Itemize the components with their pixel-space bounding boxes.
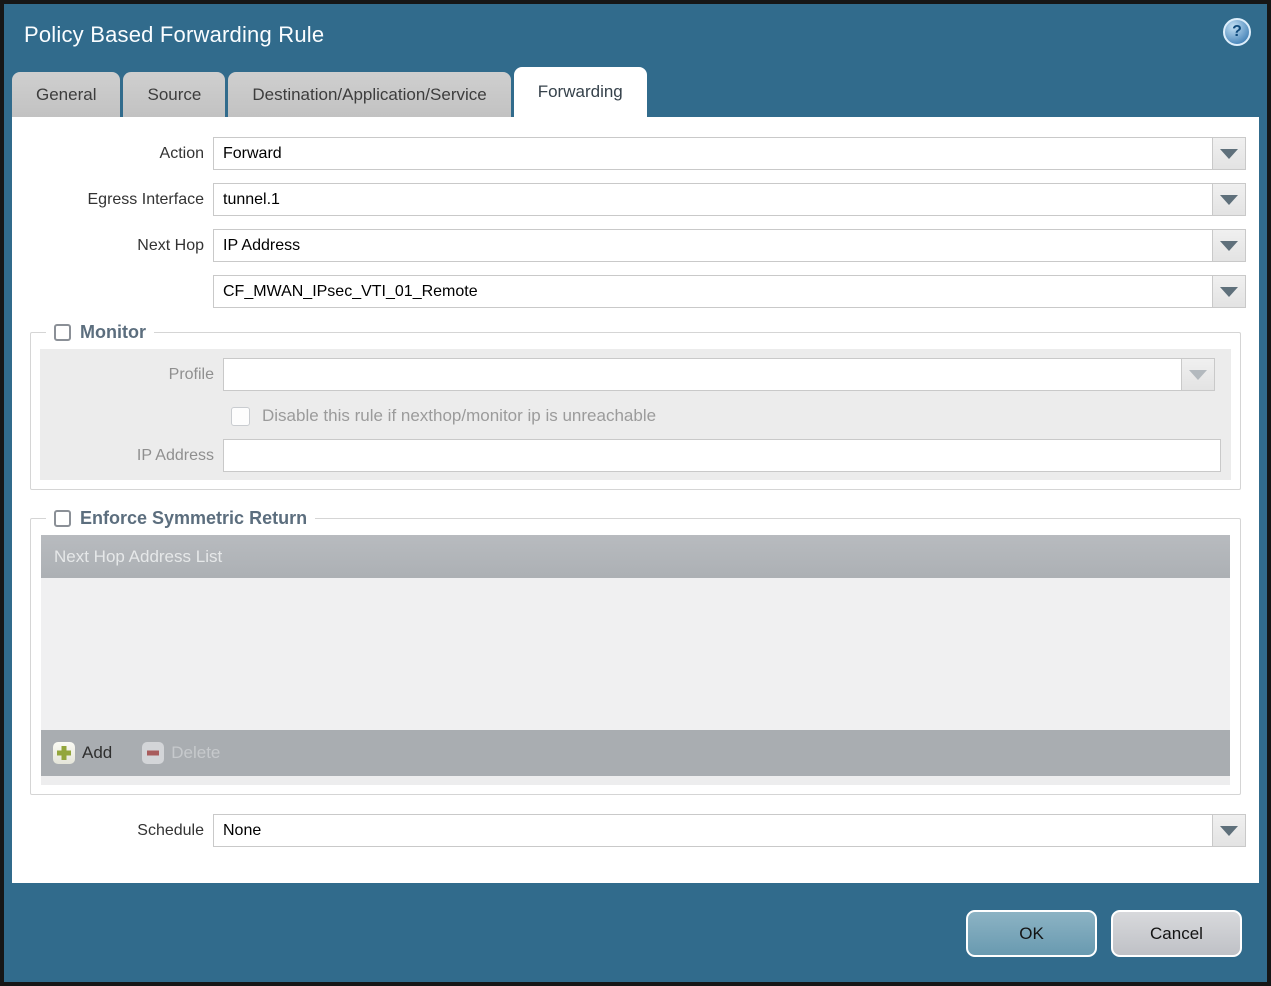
monitor-legend: Monitor — [46, 322, 154, 343]
next-hop-type-value[interactable]: IP Address — [213, 229, 1213, 262]
next-hop-address-dropdown-button[interactable] — [1213, 275, 1246, 308]
tab-source[interactable]: Source — [123, 72, 226, 117]
profile-label: Profile — [168, 365, 214, 383]
chevron-down-icon — [1220, 240, 1238, 251]
tab-strip: General Source Destination/Application/S… — [4, 66, 1267, 117]
dialog-titlebar: Policy Based Forwarding Rule — [4, 4, 1267, 66]
next-hop-address-row: CF_MWAN_IPsec_VTI_01_Remote — [12, 275, 1246, 308]
schedule-combo: None — [213, 814, 1246, 847]
chevron-down-icon — [1220, 148, 1238, 159]
tab-content-forwarding: Action Forward Egress Interface tunnel.1… — [12, 117, 1259, 883]
tab-destination-application-service[interactable]: Destination/Application/Service — [228, 72, 511, 117]
ok-button[interactable]: OK — [966, 910, 1097, 957]
profile-dropdown-button — [1182, 358, 1215, 391]
symmetric-return-legend-label: Enforce Symmetric Return — [80, 508, 308, 528]
dialog-title: Policy Based Forwarding Rule — [24, 22, 325, 47]
action-label: Action — [159, 144, 204, 162]
symmetric-return-legend: Enforce Symmetric Return — [46, 508, 316, 529]
chevron-down-icon — [1220, 194, 1238, 205]
table-scroll-strip — [41, 776, 1230, 785]
schedule-value[interactable]: None — [213, 814, 1213, 847]
cancel-button[interactable]: Cancel — [1111, 910, 1242, 957]
delete-icon — [142, 742, 165, 764]
action-row: Action Forward — [12, 137, 1246, 170]
next-hop-address-list-header: Next Hop Address List — [41, 535, 1230, 578]
policy-based-forwarding-dialog: Policy Based Forwarding Rule ? General S… — [0, 0, 1271, 986]
monitor-group: Monitor Profile Disable this rule if nex… — [30, 322, 1241, 490]
add-icon — [53, 742, 75, 764]
add-button-label: Add — [82, 743, 113, 762]
monitor-legend-label: Monitor — [80, 322, 146, 342]
monitor-panel: Profile Disable this rule if nexthop/mon… — [40, 349, 1231, 480]
next-hop-type-combo: IP Address — [213, 229, 1246, 262]
chevron-down-icon — [1220, 286, 1238, 297]
help-icon[interactable]: ? — [1223, 18, 1251, 46]
egress-interface-value[interactable]: tunnel.1 — [213, 183, 1213, 216]
disable-rule-checkbox — [231, 406, 250, 426]
schedule-label: Schedule — [137, 821, 204, 839]
next-hop-address-combo: CF_MWAN_IPsec_VTI_01_Remote — [213, 275, 1246, 308]
symmetric-return-checkbox[interactable] — [54, 510, 71, 527]
next-hop-row: Next Hop IP Address — [12, 229, 1246, 262]
schedule-row: Schedule None — [12, 814, 1246, 847]
profile-row: Profile — [40, 358, 1223, 391]
monitor-ip-address-row: IP Address — [40, 439, 1223, 472]
chevron-down-icon — [1220, 825, 1238, 836]
symmetric-return-group: Enforce Symmetric Return Next Hop Addres… — [30, 508, 1241, 795]
monitor-ip-address-combo — [223, 439, 1221, 472]
egress-interface-label: Egress Interface — [87, 190, 205, 208]
profile-value — [223, 358, 1182, 391]
monitor-checkbox[interactable] — [54, 324, 71, 341]
disable-rule-row: Disable this rule if nexthop/monitor ip … — [231, 406, 1223, 426]
next-hop-type-dropdown-button[interactable] — [1213, 229, 1246, 262]
monitor-ip-address-label: IP Address — [136, 446, 214, 464]
add-button[interactable]: Add — [53, 742, 112, 764]
profile-combo — [223, 358, 1215, 391]
egress-interface-row: Egress Interface tunnel.1 — [12, 183, 1246, 216]
disable-rule-label: Disable this rule if nexthop/monitor ip … — [262, 406, 657, 425]
next-hop-label: Next Hop — [137, 236, 204, 254]
dialog-footer: OK Cancel — [4, 883, 1267, 982]
next-hop-address-value[interactable]: CF_MWAN_IPsec_VTI_01_Remote — [213, 275, 1213, 308]
action-combo: Forward — [213, 137, 1246, 170]
egress-interface-combo: tunnel.1 — [213, 183, 1246, 216]
action-value[interactable]: Forward — [213, 137, 1213, 170]
next-hop-address-table: Next Hop Address List Add Delete — [41, 535, 1230, 785]
chevron-down-icon — [1189, 369, 1207, 380]
delete-button-label: Delete — [171, 743, 221, 762]
tab-forwarding[interactable]: Forwarding — [513, 67, 647, 117]
tab-general[interactable]: General — [12, 72, 121, 117]
next-hop-address-list-body[interactable] — [41, 578, 1230, 730]
schedule-dropdown-button[interactable] — [1213, 814, 1246, 847]
table-toolbar: Add Delete — [41, 730, 1230, 776]
monitor-ip-address-value — [223, 439, 1221, 472]
delete-button: Delete — [142, 742, 220, 764]
action-dropdown-button[interactable] — [1213, 137, 1246, 170]
egress-interface-dropdown-button[interactable] — [1213, 183, 1246, 216]
